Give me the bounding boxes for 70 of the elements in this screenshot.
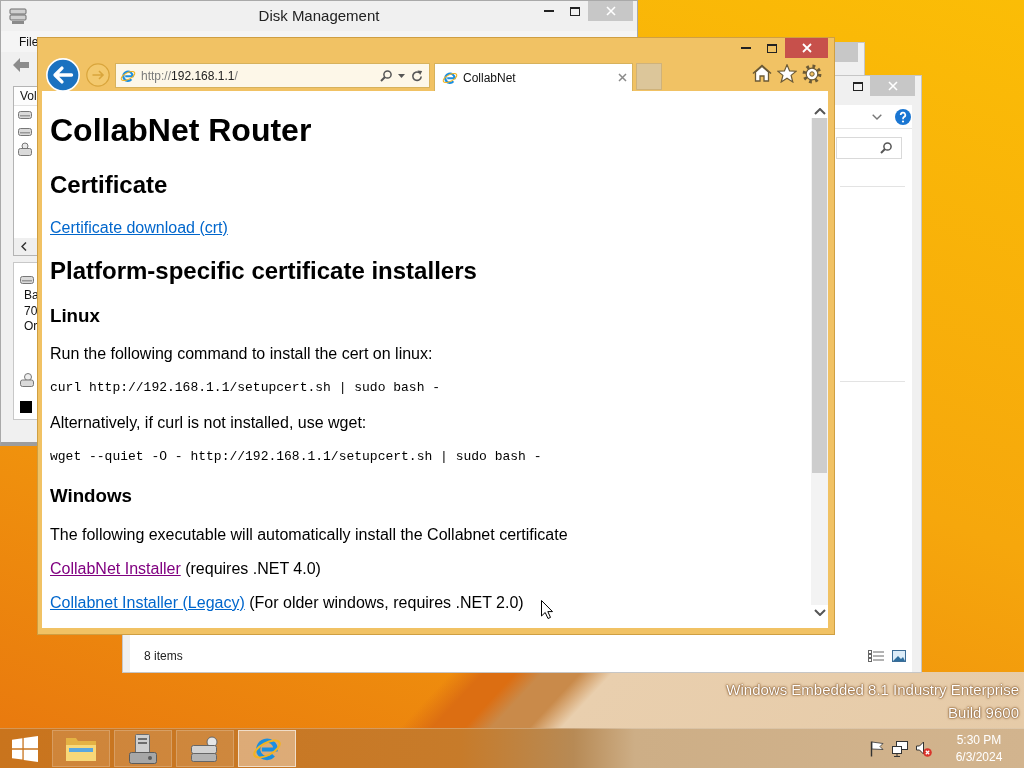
close-button[interactable]	[785, 38, 828, 58]
optical-drive-icon	[20, 372, 34, 387]
search-field[interactable]	[836, 137, 902, 159]
folder-icon	[66, 736, 96, 761]
section-heading: Platform-specific certificate installers	[50, 256, 477, 285]
back-icon[interactable]	[46, 58, 80, 92]
section-heading: Certificate	[50, 170, 168, 199]
settings-icon[interactable]	[802, 64, 822, 84]
large-icons-view-icon[interactable]	[892, 650, 906, 662]
status-text: 8 items	[144, 649, 183, 663]
link[interactable]: Certificate download (crt)	[50, 218, 228, 236]
browser-e-icon	[442, 69, 458, 86]
help-icon[interactable]	[895, 108, 911, 125]
paragraph: CollabNet Installer (requires .NET 4.0)	[50, 559, 321, 578]
caret-icon[interactable]	[398, 73, 405, 78]
paragraph: Run the following command to install the cert on linux:	[50, 345, 433, 364]
close-icon	[801, 43, 812, 53]
browser-e-icon	[120, 67, 136, 84]
link[interactable]: Collabnet Installer (Legacy)	[50, 593, 245, 611]
chevron-down-icon[interactable]	[872, 113, 882, 120]
drive-icon	[18, 126, 32, 137]
paragraph: The following executable will automatically install the Collabnet certificate	[50, 525, 568, 544]
disk-drive-icon	[190, 735, 220, 762]
legend-swatch-icon	[20, 400, 32, 413]
scrollbar-thumb[interactable]	[812, 118, 827, 473]
star-icon[interactable]	[777, 64, 797, 83]
paragraph: Alternatively, if curl is not installed, use wget:	[50, 413, 367, 432]
search-icon[interactable]	[380, 69, 392, 82]
back-arrow-icon[interactable]	[13, 58, 29, 72]
taskbar-button[interactable]	[238, 730, 296, 767]
close-icon	[605, 6, 616, 16]
taskbar-button[interactable]	[114, 730, 172, 767]
watermark-text: Windows Embedded 8.1 Industry Enterprise	[726, 680, 1019, 700]
speaker-muted-icon[interactable]	[916, 740, 932, 757]
taskbar-button[interactable]	[176, 730, 234, 767]
computer-tools-icon	[129, 733, 157, 764]
scroll-up-icon[interactable]	[813, 108, 826, 115]
scroll-down-icon[interactable]	[813, 609, 826, 616]
link[interactable]: CollabNet Installer	[50, 559, 181, 577]
disk-drive-icon	[9, 8, 27, 24]
subsection-heading: Windows	[50, 484, 132, 507]
address-field[interactable]: http://192.168.1.1/	[115, 63, 430, 88]
drive-icon	[18, 141, 32, 156]
command-text: wget --quiet -O - http://192.168.1.1/setupcert.sh | sudo bash -	[50, 447, 542, 466]
drive-icon	[20, 275, 34, 285]
watermark-text: Build 9600	[948, 703, 1019, 723]
mouse-pointer-icon	[541, 600, 553, 619]
command-text: curl http://192.168.1.1/setupcert.sh | sudo bash -	[50, 379, 441, 398]
paragraph: Collabnet Installer (Legacy) (For older windows, requires .NET 2.0)	[50, 593, 524, 612]
start-windows-icon[interactable]	[12, 735, 38, 762]
subsection-heading: Linux	[50, 304, 100, 327]
search-icon[interactable]	[880, 142, 892, 154]
home-icon[interactable]	[752, 64, 772, 82]
page-heading: CollabNet Router	[50, 112, 312, 150]
disk-info-text: 70	[24, 303, 38, 319]
network-icon[interactable]	[892, 740, 908, 757]
menu-item[interactable]: File	[19, 34, 39, 49]
maximize-icon[interactable]	[570, 6, 580, 16]
maximize-icon[interactable]	[767, 43, 777, 53]
maximize-icon[interactable]	[853, 81, 863, 91]
flag-icon[interactable]	[870, 740, 884, 757]
refresh-icon[interactable]	[411, 69, 423, 82]
browser-tab[interactable]: CollabNet	[434, 63, 633, 91]
window-title: Disk Management	[258, 6, 380, 26]
close-icon	[887, 81, 898, 91]
close-icon[interactable]	[618, 73, 627, 82]
scroll-left-icon[interactable]	[21, 242, 27, 251]
drive-icon	[18, 109, 32, 120]
details-view-icon[interactable]	[868, 650, 884, 662]
disk-info-text: Or	[24, 319, 38, 335]
